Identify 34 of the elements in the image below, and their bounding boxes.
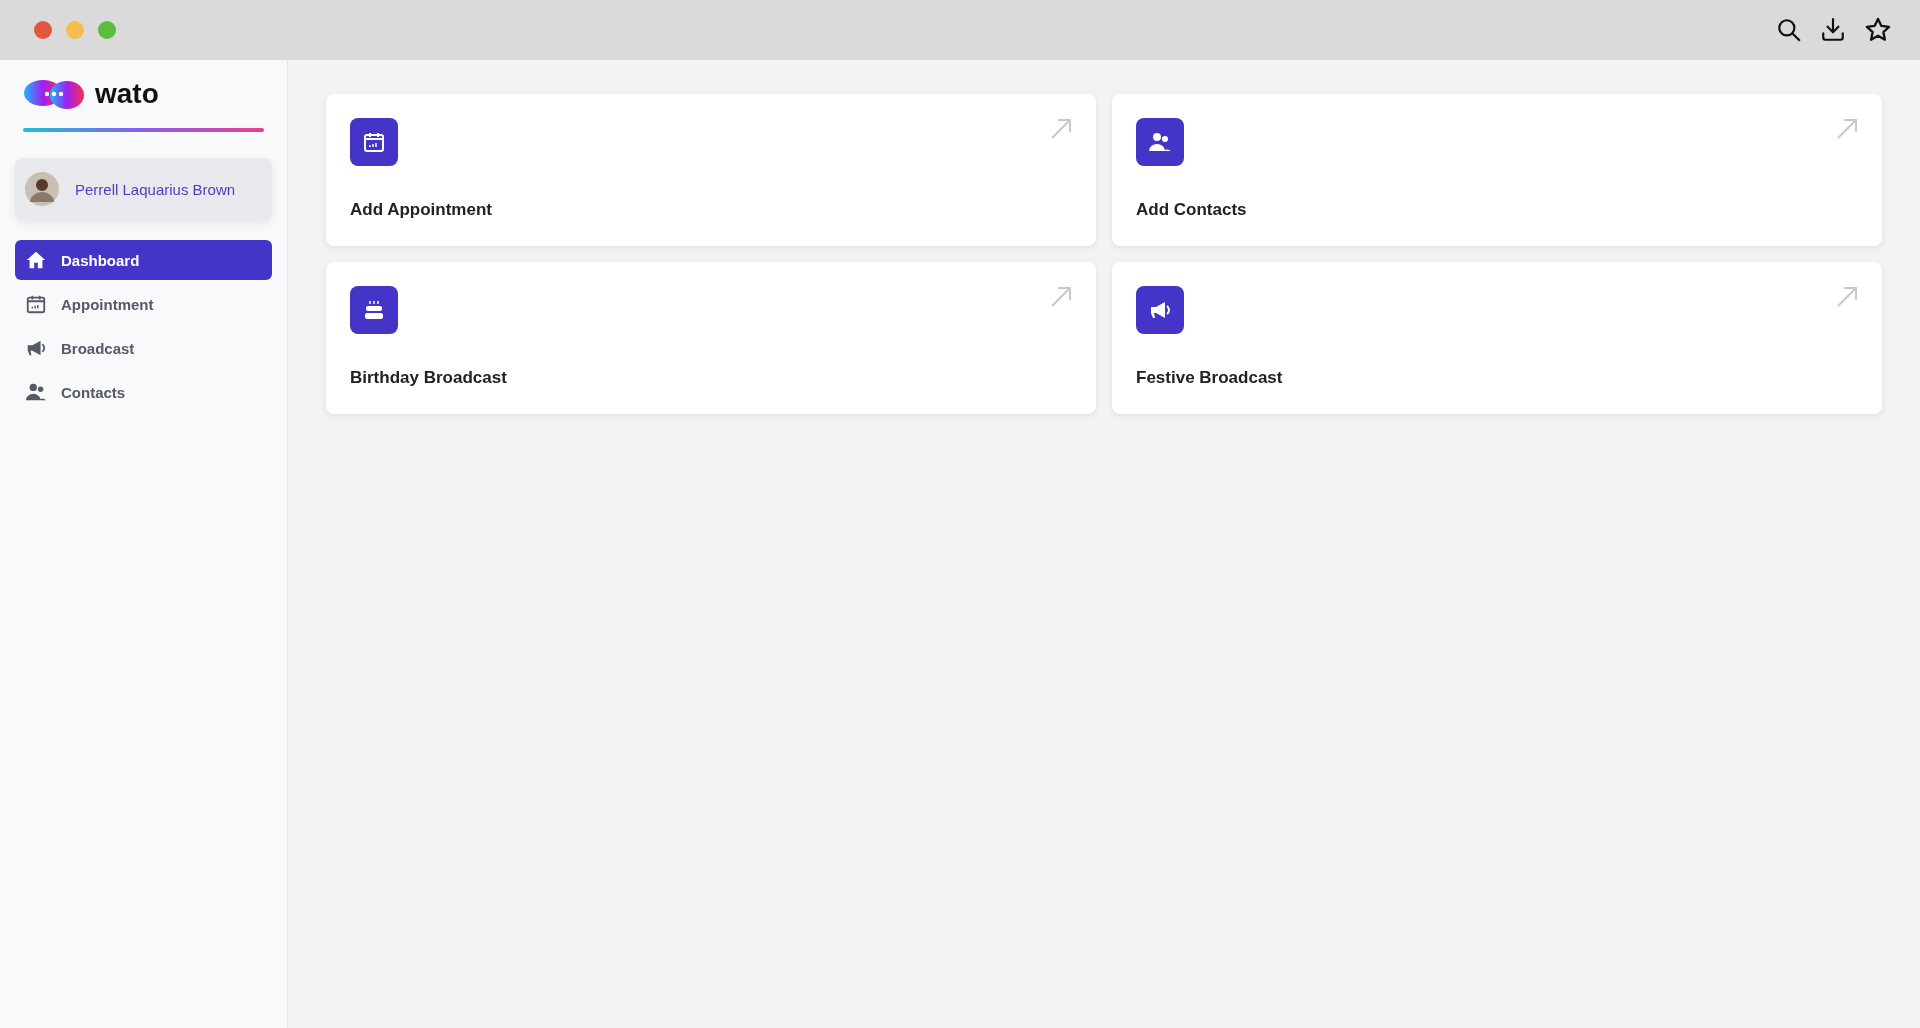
user-name: Perrell Laquarius Brown	[75, 180, 236, 198]
logo-text: wato	[95, 78, 159, 110]
megaphone-icon	[1136, 286, 1184, 334]
star-icon[interactable]	[1864, 16, 1892, 44]
people-icon	[1136, 118, 1184, 166]
card-title: Birthday Broadcast	[350, 368, 508, 388]
card-title: Add Appointment	[350, 200, 493, 220]
arrow-icon	[1836, 118, 1858, 140]
minimize-window-dot[interactable]	[66, 21, 84, 39]
shortcut-card[interactable]: Festive Broadcast	[1112, 262, 1882, 414]
calendar-icon	[25, 293, 47, 315]
arrow-icon	[1836, 286, 1858, 308]
nav-item[interactable]: Broadcast	[15, 328, 272, 368]
maximize-window-dot[interactable]	[98, 21, 116, 39]
nav-item[interactable]: Appointment	[15, 284, 272, 324]
user-card[interactable]: Perrell Laquarius Brown	[15, 158, 272, 220]
people-icon	[25, 381, 47, 403]
shortcut-card[interactable]: Add Appointment	[326, 94, 1096, 246]
avatar-icon	[25, 172, 59, 206]
shortcut-card[interactable]: Birthday Broadcast	[326, 262, 1096, 414]
card-title: Festive Broadcast	[1136, 368, 1284, 388]
close-window-dot[interactable]	[34, 21, 52, 39]
download-icon[interactable]	[1820, 17, 1846, 43]
cake-icon	[350, 286, 398, 334]
logo-icon	[23, 78, 85, 110]
nav-item[interactable]: Dashboard	[15, 240, 272, 280]
nav-item[interactable]: Contacts	[15, 372, 272, 412]
arrow-icon	[1050, 118, 1072, 140]
calendar-icon	[350, 118, 398, 166]
search-icon[interactable]	[1776, 17, 1802, 43]
card-title: Add Contacts	[1136, 200, 1248, 220]
arrow-icon	[1050, 286, 1072, 308]
home-icon	[25, 249, 47, 271]
shortcut-card[interactable]: Add Contacts	[1112, 94, 1882, 246]
